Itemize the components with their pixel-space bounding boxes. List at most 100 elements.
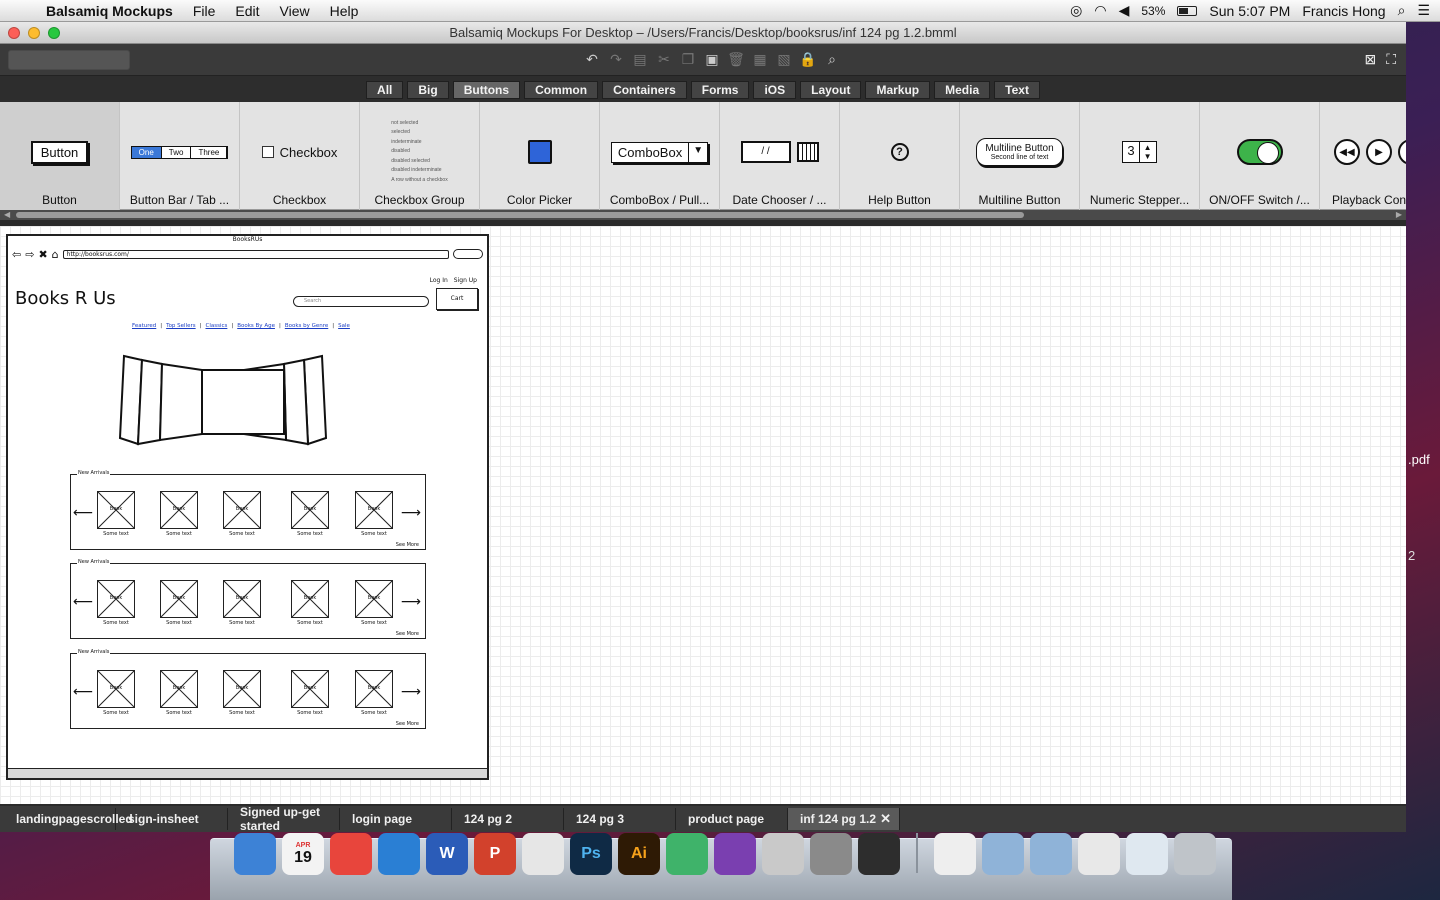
dock-itunes-icon[interactable] — [378, 833, 420, 875]
browser-window-mockup[interactable]: BooksRUs ⇦ ⇨ ✖ ⌂ http://booksrus.com/ Lo… — [6, 234, 489, 780]
cut-icon[interactable]: ✂ — [655, 51, 673, 69]
mockup-tab[interactable]: landingpagescrolled — [4, 808, 133, 830]
volume-icon[interactable]: ◀ — [1119, 2, 1130, 19]
library-item-checkbox[interactable]: Checkbox Checkbox — [240, 102, 360, 210]
minimize-window-button[interactable] — [28, 26, 40, 39]
calendar-month: APR — [295, 841, 311, 849]
quick-add-input[interactable] — [8, 49, 130, 70]
button-bar-segment: One — [131, 146, 162, 158]
library-item-date-chooser[interactable]: / / Date Chooser / ... — [720, 102, 840, 210]
wifi-icon[interactable]: ◠ — [1094, 2, 1106, 19]
mock-section-label: New Arrivals — [77, 559, 111, 565]
close-tab-icon[interactable]: ✕ — [880, 811, 899, 827]
filter-tab-text[interactable]: Text — [994, 81, 1040, 99]
library-item-playback-controls[interactable]: ◀◀▶❚ Playback Cont — [1320, 102, 1406, 210]
dock-textedit-icon[interactable] — [522, 833, 564, 875]
clock[interactable]: Sun 5:07 PM — [1209, 3, 1290, 19]
dock-calendar-icon[interactable]: APR 19 — [282, 833, 324, 875]
library-item-color-picker[interactable]: Color Picker — [480, 102, 600, 210]
filter-tab-containers[interactable]: Containers — [602, 81, 687, 99]
scroll-left-icon[interactable]: ◀ — [4, 210, 10, 219]
dock-atom-icon[interactable] — [666, 833, 708, 875]
mockup-canvas[interactable]: BooksRUs ⇦ ⇨ ✖ ⌂ http://booksrus.com/ Lo… — [0, 226, 1406, 804]
filter-tab-forms[interactable]: Forms — [690, 81, 750, 99]
filter-tab-all[interactable]: All — [366, 81, 404, 99]
menu-file[interactable]: File — [183, 3, 226, 19]
library-item-button[interactable]: Button Button — [0, 102, 120, 210]
dock-github-icon[interactable] — [714, 833, 756, 875]
library-item-switch[interactable]: ON/OFF Switch /... — [1200, 102, 1320, 210]
mockup-tab[interactable]: 124 pg 2 — [452, 808, 564, 830]
filter-tab-buttons[interactable]: Buttons — [452, 81, 521, 99]
mock-book-caption: Some text — [103, 710, 129, 716]
library-item-combobox[interactable]: ComboBox ▼ ComboBox / Pull... — [600, 102, 720, 210]
dock-preview-icon[interactable] — [1078, 833, 1120, 875]
dock-powerpoint-icon[interactable]: P — [474, 833, 516, 875]
lock-icon[interactable]: 🔒 — [799, 51, 817, 69]
menu-edit[interactable]: Edit — [225, 3, 269, 19]
filter-tab-ios[interactable]: iOS — [753, 81, 797, 99]
app-menu[interactable]: Balsamiq Mockups — [40, 3, 183, 19]
library-item-help-button[interactable]: ? Help Button — [840, 102, 960, 210]
notification-center-icon[interactable]: ☰ — [1417, 2, 1430, 19]
mockup-tab[interactable]: product page — [676, 808, 788, 830]
filter-tab-markup[interactable]: Markup — [865, 81, 931, 99]
mock-book-image: Book — [291, 670, 329, 708]
dock-photoshop-icon[interactable]: Ps — [570, 833, 612, 875]
group-icon[interactable]: ▦ — [751, 51, 769, 69]
dock-chrome-icon[interactable] — [330, 833, 372, 875]
library-scrollbar-thumb[interactable] — [16, 212, 1024, 218]
library-item-numeric-stepper[interactable]: 3 ▲ ▼ Numeric Stepper... — [1080, 102, 1200, 210]
filter-tab-big[interactable]: Big — [407, 81, 449, 99]
dock-illustrator-icon[interactable]: Ai — [618, 833, 660, 875]
menu-help[interactable]: Help — [320, 3, 369, 19]
dock-xml-file-icon[interactable] — [934, 833, 976, 875]
filter-tab-media[interactable]: Media — [934, 81, 991, 99]
zoom-window-button[interactable] — [48, 26, 60, 39]
dock-screen-icon[interactable] — [1126, 833, 1168, 875]
dock-balsamiq-icon[interactable] — [762, 833, 804, 875]
redo-icon[interactable]: ↷ — [607, 51, 625, 69]
dock-separator — [916, 833, 918, 873]
filter-tab-layout[interactable]: Layout — [800, 81, 862, 99]
filter-tab-common[interactable]: Common — [524, 81, 599, 99]
sync-icon[interactable]: ◎ — [1070, 2, 1082, 19]
desktop-file-label[interactable]: 2 — [1408, 548, 1415, 563]
duplicate-icon[interactable]: ▤ — [631, 51, 649, 69]
library-item-checkbox-group[interactable]: not selected selected indeterminate disable… — [360, 102, 480, 210]
menu-view[interactable]: View — [270, 3, 320, 19]
spotlight-icon[interactable]: ⌕ — [1398, 2, 1406, 19]
search-icon[interactable]: ⌕ — [823, 51, 841, 69]
user-name[interactable]: Francis Hong — [1302, 3, 1385, 19]
dock-downloads-icon[interactable] — [1030, 833, 1072, 875]
mockup-tab[interactable]: inf 124 pg 1.2 ✕ — [788, 808, 900, 830]
dock-activity-monitor-icon[interactable] — [858, 833, 900, 875]
mockup-tab[interactable]: login page — [340, 808, 452, 830]
library-item-button-bar[interactable]: One Two Three Button Bar / Tab ... — [120, 102, 240, 210]
library-scrollbar[interactable]: ◀ ▶ — [0, 210, 1406, 220]
battery-icon[interactable] — [1177, 5, 1198, 16]
calendar-icon — [796, 142, 819, 162]
delete-icon[interactable]: 🗑 — [727, 51, 745, 69]
scroll-right-icon[interactable]: ▶ — [1396, 210, 1402, 219]
mockup-tab[interactable]: sign-insheet — [116, 808, 228, 830]
dock-documents-icon[interactable] — [982, 833, 1024, 875]
mock-browser-nav: ⇦ ⇨ ✖ ⌂ http://booksrus.com/ — [12, 245, 483, 263]
paste-icon[interactable]: ▣ — [703, 51, 721, 69]
presentation-icon[interactable]: ⊠ — [1364, 51, 1376, 68]
dock-word-icon[interactable]: W — [426, 833, 468, 875]
mock-book-caption: Some text — [229, 531, 255, 537]
checkbox-group-row: not selected — [391, 119, 419, 126]
library-item-multiline-button[interactable]: Multiline Button Second line of text Mult… — [960, 102, 1080, 210]
undo-icon[interactable]: ↶ — [583, 51, 601, 69]
mockup-tab[interactable]: 124 pg 3 — [564, 808, 676, 830]
fullscreen-icon[interactable]: ⛶ — [1386, 51, 1396, 68]
close-window-button[interactable] — [8, 26, 20, 39]
dock-system-preferences-icon[interactable] — [810, 833, 852, 875]
dock-trash-icon[interactable] — [1174, 833, 1216, 875]
copy-icon[interactable]: ❐ — [679, 51, 697, 69]
desktop-file-label[interactable]: .pdf — [1408, 452, 1430, 467]
ungroup-icon[interactable]: ▧ — [775, 51, 793, 69]
dock-finder-icon[interactable] — [234, 833, 276, 875]
mockup-tab[interactable]: Signed up-get started — [228, 805, 340, 833]
